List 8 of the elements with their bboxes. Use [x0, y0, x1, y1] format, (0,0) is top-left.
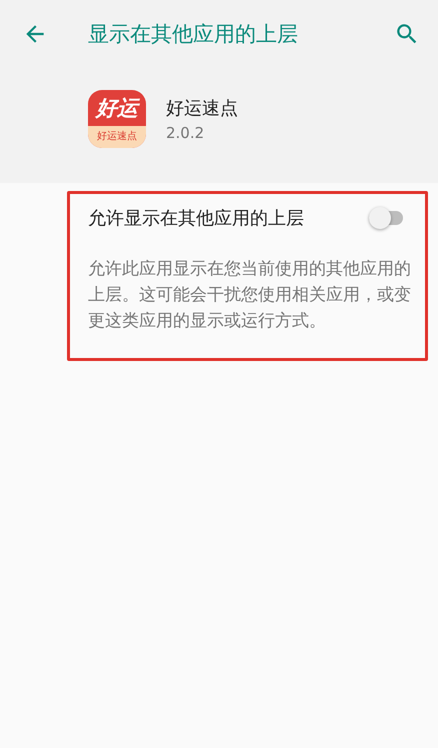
app-version: 2.0.2 [166, 124, 206, 142]
permission-description: 允许此应用显示在您当前使用的其他应用的上层。这可能会干扰您使用相关应用，或变更这类应用的显示或运行方式。 [88, 258, 412, 333]
app-icon-subtitle: 好运速点 [97, 130, 137, 142]
permission-setting[interactable]: 允许显示在其他应用的上层 [88, 206, 407, 230]
app-name: 好运速点 [166, 96, 238, 120]
screen-title: 显示在其他应用的上层 [88, 21, 299, 48]
app-icon-title: 好运 [96, 96, 138, 120]
toggle-switch[interactable] [369, 207, 403, 229]
